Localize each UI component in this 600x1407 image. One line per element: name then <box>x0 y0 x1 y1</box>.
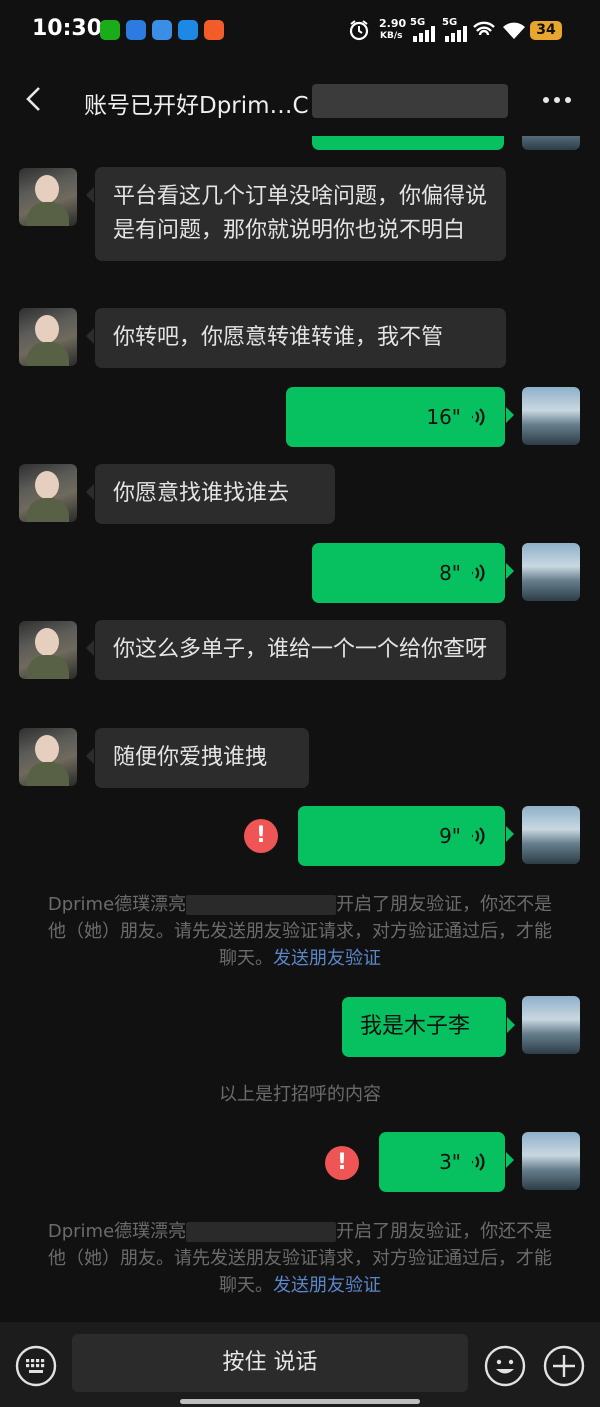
send-verification-link[interactable]: 发送朋友验证 <box>273 948 381 969</box>
chat-title: 账号已开好Dprim…C <box>84 93 309 119</box>
voice-wave-icon <box>472 1153 485 1171</box>
signal-icon-2 <box>445 26 467 42</box>
signal-icon <box>413 26 435 42</box>
back-chevron-icon[interactable] <box>20 84 50 114</box>
app-notification-icon <box>126 20 146 40</box>
notice-contact-name: Dprime德璞漂亮 <box>47 1221 187 1242</box>
voice-wave-icon <box>472 564 485 582</box>
message-list[interactable]: 平台看这几个订单没啥问题，你偏得说是有问题，那你就说明你也说不明白 你转吧，你愿… <box>0 136 600 1322</box>
app-notification-icon-3 <box>178 20 198 40</box>
chat-header: 账号已开好Dprim…C <box>0 64 600 136</box>
home-indicator[interactable] <box>180 1399 420 1404</box>
message-received[interactable]: 平台看这几个订单没啥问题，你偏得说是有问题，那你就说明你也说不明白 <box>86 167 506 261</box>
hotspot-wifi-icon <box>473 21 495 36</box>
system-notice: Dprime德璞漂亮 开启了朋友验证，你还不是他（她）朋友。请先发送朋友验证请求，… <box>40 1218 560 1299</box>
wechat-icon <box>100 20 120 40</box>
battery-icon: 34 <box>530 21 562 40</box>
avatar-self[interactable] <box>522 1132 580 1190</box>
message-received[interactable]: 你愿意找谁找谁去 <box>86 464 335 524</box>
voice-wave-icon <box>472 827 485 845</box>
greeting-notice: 以上是打招呼的内容 <box>219 1084 381 1105</box>
voice-message[interactable]: 9" <box>298 806 514 866</box>
message-sent[interactable]: 我是木子李 <box>342 997 515 1057</box>
redacted-name <box>186 1222 337 1242</box>
avatar-contact[interactable] <box>19 464 77 522</box>
plus-icon[interactable] <box>542 1344 586 1388</box>
send-failed-icon[interactable]: ! <box>244 819 278 853</box>
system-notice: Dprime德璞漂亮 开启了朋友验证，你还不是他（她）朋友。请先发送朋友验证请求，… <box>40 891 560 972</box>
notice-contact-name: Dprime德璞漂亮 <box>47 894 187 915</box>
voice-duration: 8" <box>439 561 461 585</box>
redacted-name <box>186 895 337 915</box>
avatar-contact[interactable] <box>19 308 77 366</box>
app-notification-icon-4 <box>204 20 224 40</box>
app-notification-icon-2 <box>152 20 172 40</box>
avatar-contact[interactable] <box>19 728 77 786</box>
status-time: 10:30 <box>32 16 103 41</box>
message-received[interactable]: 随便你爱拽谁拽 <box>86 728 309 788</box>
avatar-contact[interactable] <box>19 621 77 679</box>
voice-message[interactable]: 16" <box>286 387 514 447</box>
voice-duration: 16" <box>426 405 461 429</box>
redacted-title <box>312 84 508 118</box>
voice-message[interactable]: 8" <box>312 543 514 603</box>
message-partial[interactable] <box>312 136 504 150</box>
alarm-icon <box>349 20 369 41</box>
status-bar: 10:30 2.90 KB/s 5G 5G 34 <box>0 0 600 62</box>
hold-to-talk-button[interactable]: 按住 说话 <box>72 1334 468 1392</box>
voice-duration: 9" <box>439 824 461 848</box>
send-failed-icon[interactable]: ! <box>325 1146 359 1180</box>
avatar-self[interactable] <box>522 996 580 1054</box>
message-received[interactable]: 你转吧，你愿意转谁转谁，我不管 <box>86 308 506 368</box>
net-speed-value: 2.90 <box>379 17 407 30</box>
message-received[interactable]: 你这么多单子，谁给一个一个给你查呀 <box>86 620 506 680</box>
voice-message[interactable]: 3" <box>379 1132 514 1192</box>
wifi-icon <box>503 22 525 39</box>
more-dots-icon[interactable] <box>540 90 574 110</box>
avatar-contact[interactable] <box>19 168 77 226</box>
net-speed-unit: KB/s <box>380 31 403 41</box>
keyboard-icon[interactable] <box>14 1344 58 1388</box>
avatar-self[interactable] <box>522 387 580 445</box>
voice-wave-icon <box>472 408 485 426</box>
emoji-icon[interactable] <box>483 1344 527 1388</box>
avatar-self[interactable] <box>522 806 580 864</box>
send-verification-link[interactable]: 发送朋友验证 <box>273 1275 381 1296</box>
input-bar: 按住 说话 <box>0 1322 600 1407</box>
avatar-self[interactable] <box>522 543 580 601</box>
voice-duration: 3" <box>439 1150 461 1174</box>
avatar-self[interactable] <box>522 136 580 150</box>
